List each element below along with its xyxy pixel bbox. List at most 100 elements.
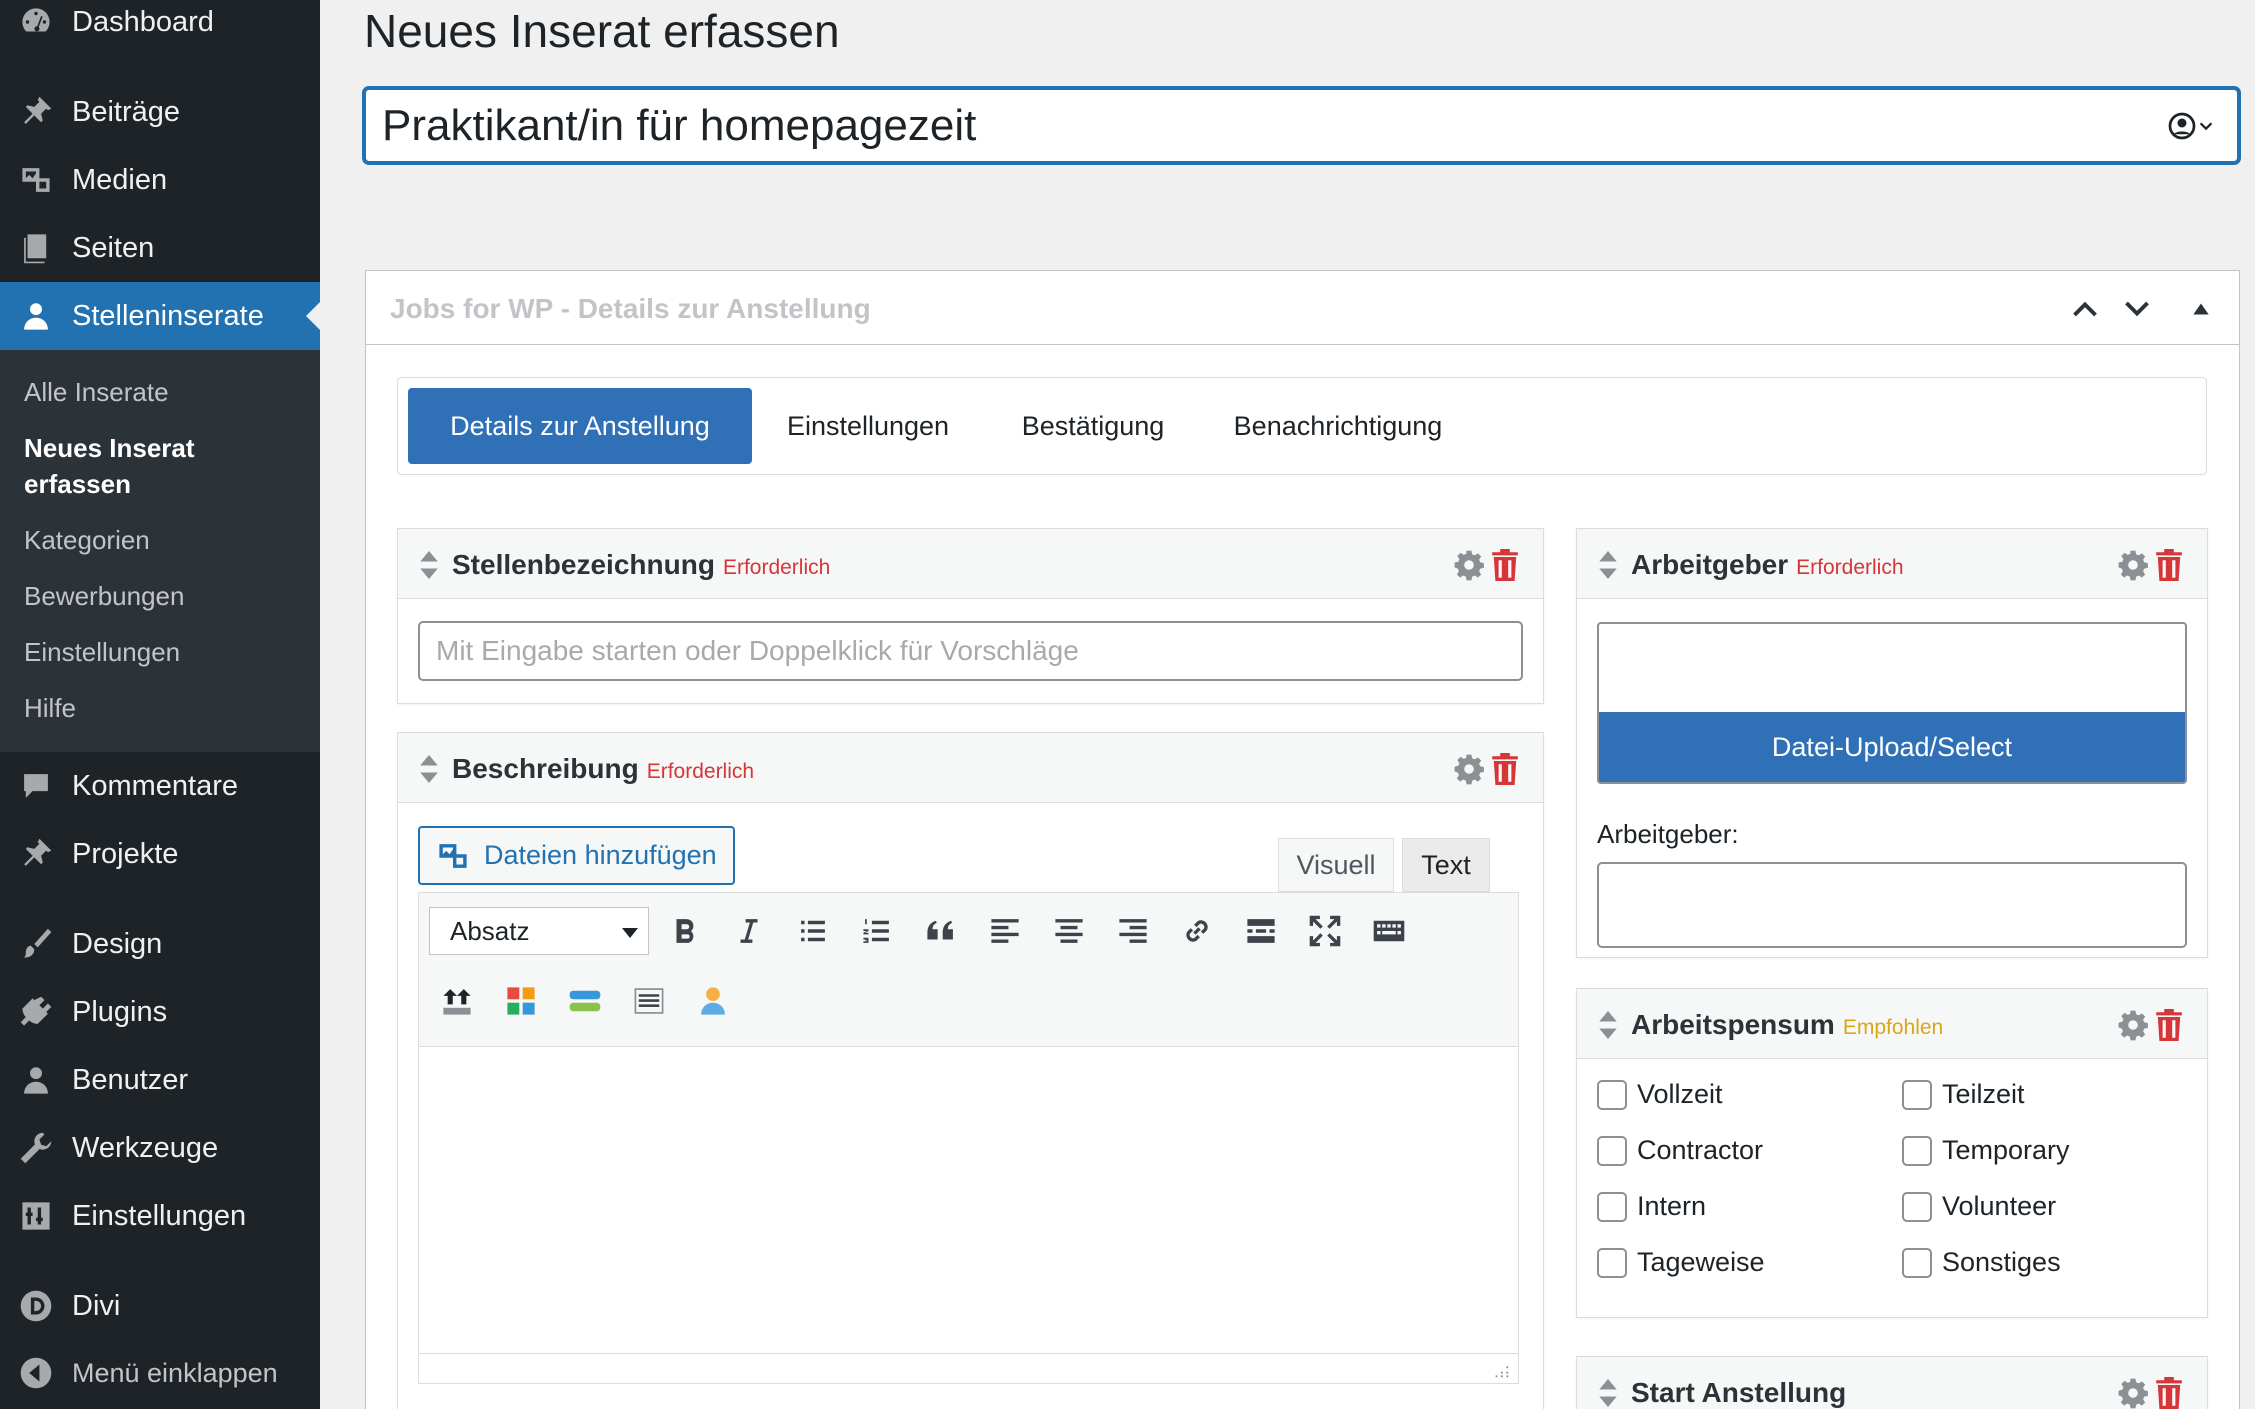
post-title-field[interactable] (363, 87, 2240, 164)
gear-icon[interactable] (2117, 1377, 2149, 1409)
toolbar-toggle-icon[interactable] (1367, 909, 1411, 953)
upload-select-button[interactable]: Datei-Upload/Select (1599, 712, 2185, 782)
checkbox-box[interactable] (1902, 1247, 1932, 1278)
field-arbeitspensum: Arbeitspensum Empfohlen Vollzeit Teilzeit… (1576, 988, 2208, 1318)
link-icon[interactable] (1175, 909, 1219, 953)
field-header: Arbeitspensum Empfohlen (1577, 989, 2207, 1059)
menu-item-plugins[interactable]: Plugins (0, 984, 320, 1040)
menu-item-seiten[interactable]: Seiten (0, 220, 320, 276)
checkbox-temporary[interactable]: Temporary (1902, 1135, 2070, 1166)
tab-einstellungen[interactable]: Einstellungen (768, 388, 968, 464)
submenu-item-alle-inserate[interactable]: Alle Inserate (24, 374, 169, 410)
read-more-icon[interactable] (1239, 909, 1283, 953)
resize-handle-icon[interactable] (1492, 1361, 1510, 1379)
stellenbezeichnung-input[interactable] (418, 621, 1523, 681)
checkbox-vollzeit[interactable]: Vollzeit (1597, 1079, 1723, 1110)
tab-details[interactable]: Details zur Anstellung (408, 388, 752, 464)
account-dropdown-icon[interactable] (2167, 110, 2219, 142)
menu-item-medien[interactable]: Medien (0, 152, 320, 208)
menu-item-werkzeuge[interactable]: Werkzeuge (0, 1120, 320, 1176)
sort-handle-icon[interactable] (420, 755, 438, 783)
fullscreen-icon[interactable] (1303, 909, 1347, 953)
menu-label: Menü einklappen (72, 1357, 278, 1388)
submenu-item-neues-inserat[interactable]: Neues Inserat erfassen (24, 430, 274, 502)
menu-label: Seiten (72, 231, 155, 264)
align-left-icon[interactable] (983, 909, 1027, 953)
menu-item-einstellungen[interactable]: Einstellungen (0, 1188, 320, 1244)
checkbox-box[interactable] (1902, 1079, 1932, 1110)
grid-shortcode-icon[interactable] (499, 979, 543, 1023)
editor-content-area[interactable] (419, 1047, 1518, 1355)
pin-icon (18, 836, 54, 872)
submenu-item-einstellungen[interactable]: Einstellungen (24, 634, 180, 670)
sort-handle-icon[interactable] (1599, 1379, 1617, 1407)
align-center-icon[interactable] (1047, 909, 1091, 953)
checkbox-contractor[interactable]: Contractor (1597, 1135, 1763, 1166)
tab-visual[interactable]: Visuell (1278, 838, 1394, 892)
bold-icon[interactable] (663, 909, 707, 953)
menu-item-beitraege[interactable]: Beiträge (0, 84, 320, 140)
trash-icon[interactable] (1491, 549, 1519, 581)
gear-icon[interactable] (2117, 549, 2149, 581)
checkbox-teilzeit[interactable]: Teilzeit (1902, 1079, 2025, 1110)
blockquote-icon[interactable] (919, 909, 963, 953)
recommended-badge: Empfohlen (1842, 1016, 1944, 1039)
employer-input[interactable] (1597, 862, 2187, 948)
checkbox-box[interactable] (1597, 1247, 1627, 1278)
text-block-shortcode-icon[interactable] (627, 979, 671, 1023)
checkbox-box[interactable] (1902, 1191, 1932, 1222)
menu-item-kommentare[interactable]: Kommentare (0, 758, 320, 814)
italic-icon[interactable] (727, 909, 771, 953)
post-title-input[interactable] (382, 90, 2082, 161)
gear-icon[interactable] (1453, 549, 1485, 581)
sort-handle-icon[interactable] (420, 551, 438, 579)
tab-text[interactable]: Text (1402, 838, 1490, 892)
toggle-panel-icon[interactable] (2181, 289, 2221, 329)
bullet-list-icon[interactable] (791, 909, 835, 953)
submenu-item-hilfe[interactable]: Hilfe (24, 690, 76, 726)
trash-icon[interactable] (1491, 753, 1519, 785)
format-select[interactable]: Absatz (429, 907, 649, 955)
checkbox-volunteer[interactable]: Volunteer (1902, 1191, 2056, 1222)
menu-item-divi[interactable]: Divi (0, 1278, 320, 1334)
comment-icon (18, 768, 54, 804)
move-up-icon[interactable] (2065, 289, 2105, 329)
user-shortcode-icon[interactable] (691, 979, 735, 1023)
logo-upload-area[interactable]: Datei-Upload/Select (1597, 622, 2187, 784)
checkbox-label: Contractor (1637, 1135, 1764, 1165)
submenu-item-kategorien[interactable]: Kategorien (24, 522, 150, 558)
checkbox-box[interactable] (1902, 1135, 1932, 1166)
checkbox-box[interactable] (1597, 1191, 1627, 1222)
menu-label: Kommentare (72, 769, 239, 802)
checkbox-label: Teilzeit (1942, 1079, 2025, 1109)
checkbox-intern[interactable]: Intern (1597, 1191, 1706, 1222)
upload-shortcode-icon[interactable] (435, 979, 479, 1023)
move-down-icon[interactable] (2117, 289, 2157, 329)
add-media-button[interactable]: Dateien hinzufügen (418, 826, 735, 885)
menu-item-dashboard[interactable]: Dashboard (0, 0, 320, 50)
tab-benachrichtigung[interactable]: Benachrichtigung (1218, 388, 1458, 464)
button-shortcode-icon[interactable] (563, 979, 607, 1023)
menu-item-stelleninserate[interactable]: Stelleninserate (0, 282, 320, 350)
gear-icon[interactable] (1453, 753, 1485, 785)
required-badge: Erforderlich (646, 760, 755, 783)
align-right-icon[interactable] (1111, 909, 1155, 953)
checkbox-sonstiges[interactable]: Sonstiges (1902, 1247, 2061, 1278)
sort-handle-icon[interactable] (1599, 551, 1617, 579)
checkbox-tageweise[interactable]: Tageweise (1597, 1247, 1765, 1278)
trash-icon[interactable] (2155, 1377, 2183, 1409)
tab-bestaetigung[interactable]: Bestätigung (998, 388, 1188, 464)
menu-item-benutzer[interactable]: Benutzer (0, 1052, 320, 1108)
menu-item-projekte[interactable]: Projekte (0, 826, 320, 882)
trash-icon[interactable] (2155, 1009, 2183, 1041)
field-title: Start Anstellung (1631, 1377, 1847, 1408)
submenu-item-bewerbungen[interactable]: Bewerbungen (24, 578, 184, 614)
menu-item-design[interactable]: Design (0, 916, 320, 972)
gear-icon[interactable] (2117, 1009, 2149, 1041)
checkbox-box[interactable] (1597, 1079, 1627, 1110)
numbered-list-icon[interactable] (855, 909, 899, 953)
sort-handle-icon[interactable] (1599, 1011, 1617, 1039)
menu-item-collapse[interactable]: Menü einklappen (0, 1345, 320, 1401)
checkbox-box[interactable] (1597, 1135, 1627, 1166)
trash-icon[interactable] (2155, 549, 2183, 581)
